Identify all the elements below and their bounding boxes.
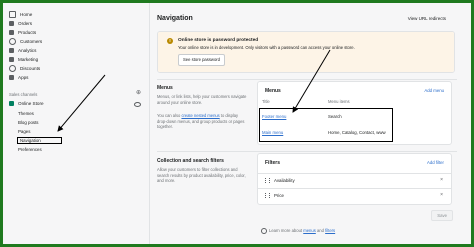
footer-menu-items: Search — [328, 114, 342, 119]
sidebar-sub-navigation[interactable]: Navigation — [17, 137, 62, 144]
column-title: Title — [262, 99, 270, 104]
filters-card-title: Filters — [265, 160, 281, 166]
sidebar-item-analytics[interactable]: Analytics — [9, 46, 36, 55]
view-store-icon[interactable] — [134, 102, 141, 107]
sidebar: Home Orders Products Customers Analytics… — [3, 3, 150, 244]
sidebar-sub-pages[interactable]: Pages — [18, 129, 30, 134]
main-content: Navigation View URL redirects ! Online s… — [150, 3, 471, 244]
add-filter-button[interactable]: Add filter — [427, 160, 444, 165]
sidebar-sub-preferences[interactable]: Preferences — [18, 147, 42, 152]
warning-icon: ! — [167, 38, 173, 44]
footer-menu-link[interactable]: Footer menu — [262, 114, 286, 119]
sidebar-item-marketing[interactable]: Marketing — [9, 55, 38, 64]
divider — [157, 151, 457, 152]
orders-icon — [9, 21, 14, 26]
menus-card-title: Menus — [265, 88, 281, 94]
page-title: Navigation — [157, 15, 193, 22]
filter-row: Price × — [258, 188, 451, 203]
footer-help: Learn more about menus and filters — [261, 228, 335, 234]
analytics-icon — [9, 48, 14, 53]
view-url-redirects-button[interactable]: View URL redirects — [408, 16, 446, 21]
save-button[interactable]: Save — [431, 210, 453, 221]
menus-help-link[interactable]: menus — [303, 228, 316, 233]
filter-row: Availability × — [258, 173, 451, 188]
filters-help-link[interactable]: filters — [325, 228, 335, 233]
menus-section-description-2: You can also create nested menus to disp… — [157, 113, 245, 129]
filter-label: Availability — [274, 178, 295, 183]
password-banner: ! Online store is password protected You… — [157, 31, 455, 73]
drag-handle-icon[interactable] — [265, 178, 270, 183]
sidebar-item-products[interactable]: Products — [9, 28, 36, 37]
see-store-password-button[interactable]: See store password — [178, 54, 226, 66]
filters-card: Filters Add filter Availability × Price … — [257, 153, 452, 205]
filter-label: Price — [274, 193, 285, 198]
add-menu-button[interactable]: Add menu — [424, 88, 444, 93]
sidebar-sub-blog-posts[interactable]: Blog posts — [18, 120, 39, 125]
sidebar-item-discounts[interactable]: Discounts — [9, 64, 40, 73]
menus-section-description: Menus, or link lists, help your customer… — [157, 94, 247, 105]
filters-section-heading: Collection and search filters — [157, 158, 224, 164]
banner-title: Online store is password protected — [178, 38, 259, 43]
column-menu-items: Menu items — [328, 99, 350, 104]
menus-section-heading: Menus — [157, 85, 173, 91]
drag-handle-icon[interactable] — [265, 193, 270, 198]
apps-icon — [9, 75, 14, 80]
sidebar-item-home[interactable]: Home — [9, 10, 32, 19]
sales-channels-title: Sales channels — [9, 92, 38, 97]
home-icon — [9, 11, 16, 18]
add-channel-icon[interactable]: ⊕ — [136, 90, 141, 96]
remove-filter-icon[interactable]: × — [440, 177, 443, 183]
online-store-icon — [9, 101, 14, 106]
main-menu-link[interactable]: Main menu — [262, 130, 283, 135]
main-menu-items: Home, Catalog, Contact, www — [328, 130, 386, 135]
customers-icon — [9, 38, 16, 45]
sidebar-item-customers[interactable]: Customers — [9, 37, 42, 46]
products-icon — [9, 30, 14, 35]
sidebar-item-online-store[interactable]: Online Store — [9, 99, 44, 108]
sidebar-item-apps[interactable]: Apps — [9, 73, 28, 82]
filters-section-description: Allow your customers to filter collectio… — [157, 167, 246, 183]
divider — [157, 79, 457, 80]
nested-menus-link[interactable]: create nested menus — [181, 113, 219, 118]
remove-filter-icon[interactable]: × — [440, 192, 443, 198]
sidebar-item-orders[interactable]: Orders — [9, 19, 32, 28]
marketing-icon — [9, 57, 14, 62]
help-icon — [261, 228, 267, 234]
banner-text: Your online store is in development. Onl… — [178, 45, 355, 50]
sidebar-sub-themes[interactable]: Themes — [18, 111, 34, 116]
discounts-icon — [9, 65, 16, 72]
menus-card: Menus Add menu Title Menu items Footer m… — [257, 81, 452, 145]
